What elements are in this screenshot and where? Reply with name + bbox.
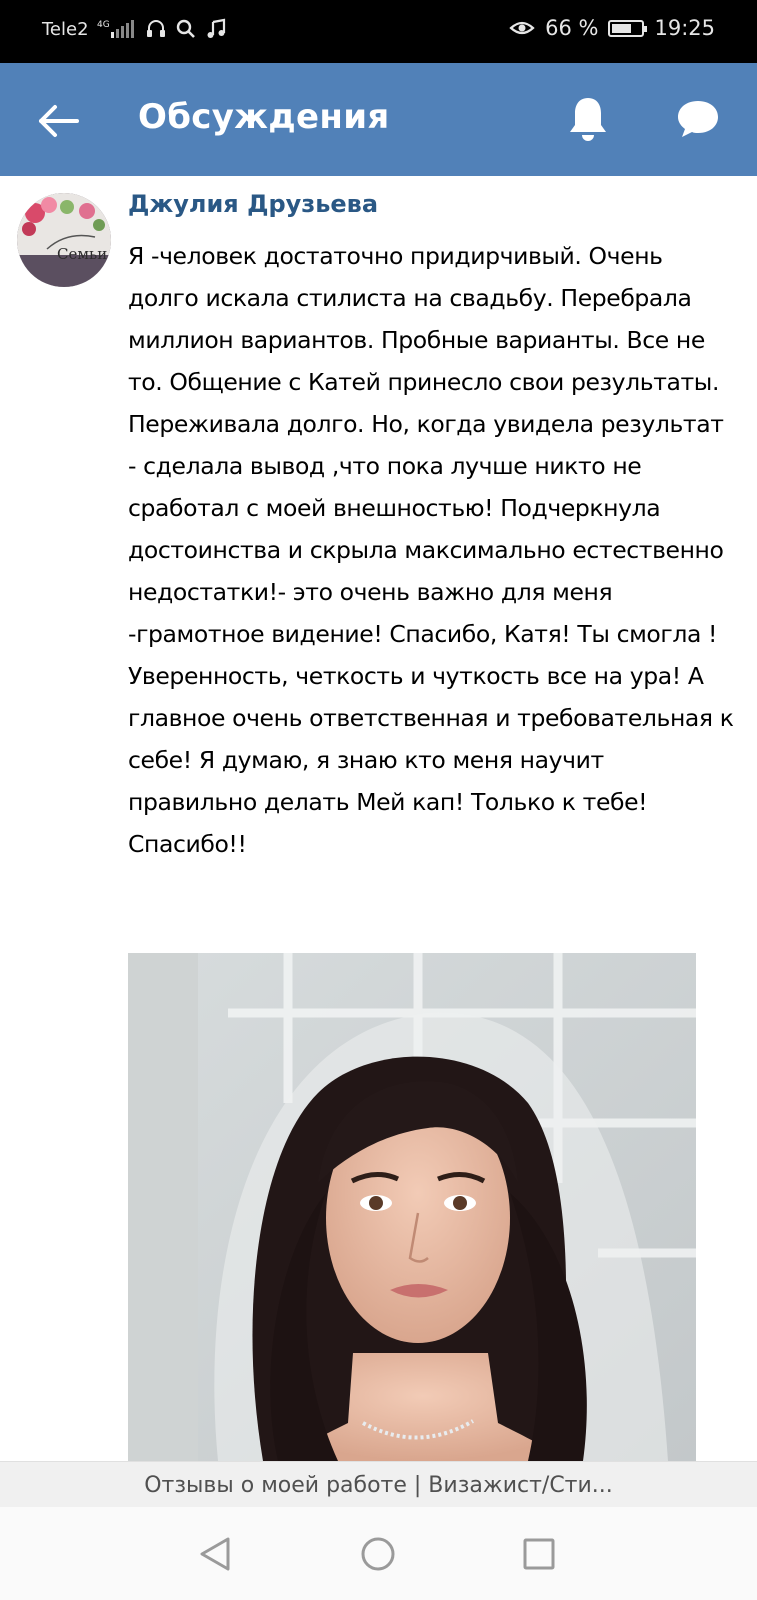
avatar-caption: Семьи: [57, 245, 107, 263]
nav-home-button[interactable]: [353, 1529, 403, 1579]
avatar[interactable]: Семьи: [17, 193, 111, 287]
square-recents-icon: [523, 1538, 555, 1570]
bell-icon: [570, 98, 606, 141]
music-icon: [205, 18, 227, 40]
battery-icon: [608, 19, 648, 37]
arrow-left-icon: [39, 105, 79, 137]
navigation-bar: [0, 1507, 757, 1600]
post-photo[interactable]: [128, 953, 696, 1461]
headset-icon: [145, 18, 167, 40]
status-right: 66 % 19:25: [509, 16, 715, 40]
nav-recents-button[interactable]: [514, 1529, 564, 1579]
page-title: Обсуждения: [138, 97, 390, 137]
notifications-button[interactable]: [560, 91, 616, 147]
eye-icon: [509, 18, 535, 38]
battery-percent: 66 %: [545, 16, 599, 40]
status-bar: Tele2 4G 66 % 19:25: [0, 0, 757, 63]
triangle-back-icon: [200, 1537, 230, 1571]
messages-button[interactable]: [670, 91, 726, 147]
nav-back-button[interactable]: [190, 1529, 240, 1579]
clock: 19:25: [654, 16, 715, 40]
page-title-bar[interactable]: Отзывы о моей работе | Визажист/Сти...: [0, 1461, 757, 1508]
app-header: Обсуждения: [0, 63, 757, 176]
back-button[interactable]: [30, 93, 86, 149]
signal-icon: 4G: [97, 18, 137, 40]
post-text: Я -человек достаточно придирчивый. Очень…: [128, 242, 734, 858]
carrier-label: Tele2: [42, 18, 89, 40]
search-icon: [175, 18, 197, 40]
circle-home-icon: [361, 1537, 395, 1571]
network-label: 4G: [97, 20, 110, 30]
author-name[interactable]: Джулия Друзьева: [128, 190, 378, 218]
chat-bubble-icon: [678, 101, 718, 137]
status-left: Tele2 4G: [42, 18, 227, 40]
page-title-text: Отзывы о моей работе | Визажист/Сти...: [144, 1472, 613, 1498]
